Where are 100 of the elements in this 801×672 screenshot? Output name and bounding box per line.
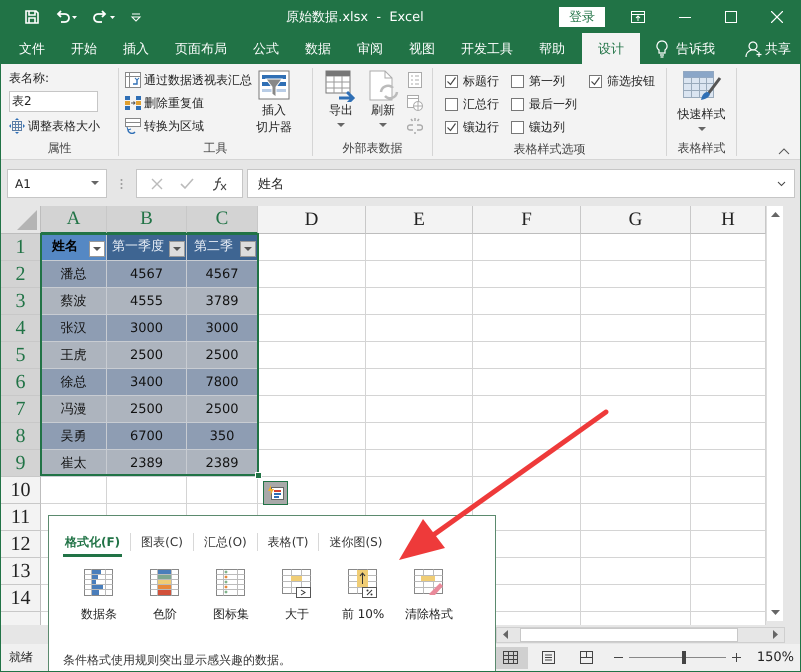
column-header[interactable]: C [187, 206, 258, 234]
table-cell[interactable]: 冯漫 [41, 396, 107, 423]
row-header[interactable]: 2 [1, 261, 41, 288]
cancel-icon[interactable] [150, 178, 163, 190]
insert-slicer-button[interactable]: 插入 切片器 [254, 68, 294, 140]
column-header[interactable]: D [258, 206, 366, 234]
ribbon-tab[interactable]: 开始 [58, 33, 110, 64]
table-header-cell[interactable]: 第一季度 [107, 234, 187, 261]
filter-button[interactable] [169, 241, 185, 257]
tool-command[interactable]: 通过数据透视表汇总 [125, 70, 252, 90]
enter-icon[interactable] [180, 178, 194, 190]
column-header[interactable]: H [691, 206, 766, 234]
checkbox[interactable] [445, 75, 458, 88]
save-icon[interactable] [24, 8, 40, 24]
drag-handle-icon[interactable] [120, 178, 123, 190]
table-cell[interactable]: 2500 [187, 396, 258, 423]
table-cell[interactable]: 2500 [187, 342, 258, 369]
tool-command[interactable]: 删除重复值 [125, 93, 252, 113]
format-option[interactable]: 图标集 [198, 569, 264, 623]
checkbox[interactable] [445, 98, 458, 111]
row-header[interactable]: 3 [1, 288, 41, 315]
table-name-field[interactable]: 表2 [9, 91, 98, 112]
format-option[interactable]: 色阶 [132, 569, 198, 623]
format-option[interactable]: 前 10% [330, 569, 396, 623]
customize-icon[interactable] [130, 10, 142, 22]
quick-styles-button[interactable]: 快速样式 [676, 68, 728, 140]
fill-handle[interactable] [255, 472, 262, 479]
formula-field[interactable]: 姓名 [247, 169, 795, 198]
table-cell[interactable]: 4555 [107, 288, 187, 315]
table-cell[interactable]: 7800 [187, 369, 258, 396]
tell-me-button[interactable]: 告诉我 [676, 40, 715, 58]
unlink-icon[interactable] [407, 118, 423, 134]
insert-function-icon[interactable] [212, 176, 228, 190]
column-header[interactable]: E [366, 206, 473, 234]
checkbox[interactable] [511, 98, 524, 111]
scroll-left-icon[interactable] [503, 630, 508, 639]
table-header-cell[interactable]: 第二季 [187, 234, 258, 261]
select-all-button[interactable] [1, 206, 41, 234]
login-button[interactable]: 登录 [559, 6, 605, 26]
panel-tab[interactable]: 迷你图(S) [327, 531, 384, 557]
zoom-in-icon[interactable] [732, 653, 741, 662]
export-button[interactable]: 导出 [323, 68, 359, 140]
column-header[interactable]: G [581, 206, 691, 234]
checkbox[interactable] [511, 75, 524, 88]
share-button[interactable]: 共享 [745, 33, 791, 64]
table-cell[interactable]: 2389 [107, 450, 187, 477]
table-cell[interactable]: 王虎 [41, 342, 107, 369]
table-cell[interactable]: 3400 [107, 369, 187, 396]
checkbox[interactable] [445, 121, 458, 134]
ribbon-tab[interactable]: 公式 [240, 33, 292, 64]
row-header[interactable]: 12 [1, 531, 41, 558]
scroll-down-icon[interactable] [770, 610, 780, 615]
table-cell[interactable]: 2500 [107, 396, 187, 423]
row-header[interactable]: 13 [1, 558, 41, 585]
row-header[interactable]: 5 [1, 342, 41, 369]
name-box[interactable]: A1 [7, 169, 107, 198]
table-cell[interactable]: 潘总 [41, 261, 107, 288]
close-icon[interactable] [771, 10, 783, 22]
checkbox[interactable] [511, 121, 524, 134]
ribbon-tab[interactable]: 审阅 [344, 33, 396, 64]
zoom-level[interactable]: 150% [756, 650, 794, 665]
ribbon-tab[interactable]: 文件 [6, 33, 58, 64]
maximize-icon[interactable] [725, 10, 737, 22]
page-break-icon[interactable] [579, 651, 594, 664]
row-header[interactable]: 11 [1, 504, 41, 531]
table-cell[interactable]: 350 [187, 423, 258, 450]
ribbon-tab[interactable]: 插入 [110, 33, 162, 64]
column-header[interactable]: B [107, 206, 187, 234]
slider-thumb[interactable] [682, 651, 686, 664]
table-cell[interactable]: 4567 [187, 261, 258, 288]
table-cell[interactable]: 张汉 [41, 315, 107, 342]
table-cell[interactable]: 3789 [187, 288, 258, 315]
table-header-cell[interactable]: 姓名 [41, 234, 107, 261]
scroll-thumb[interactable] [520, 628, 738, 642]
table-cell[interactable]: 吴勇 [41, 423, 107, 450]
table-cell[interactable]: 徐总 [41, 369, 107, 396]
filter-button[interactable] [89, 241, 105, 257]
ribbon-tab[interactable]: 数据 [292, 33, 344, 64]
format-option[interactable]: 大于 [264, 569, 330, 623]
panel-tab[interactable]: 图表(C) [139, 531, 185, 557]
filter-button[interactable] [240, 241, 256, 257]
checkbox[interactable] [589, 75, 602, 88]
scroll-up-icon[interactable] [770, 212, 780, 217]
table-cell[interactable]: 3000 [107, 315, 187, 342]
ribbon-tab[interactable]: 帮助 [526, 33, 578, 64]
refresh-button[interactable]: 刷新 [365, 68, 401, 140]
resize-table-button[interactable]: 调整表格大小 [9, 116, 110, 136]
row-header[interactable]: 7 [1, 396, 41, 423]
row-header[interactable]: 14 [1, 585, 41, 612]
format-option[interactable]: 数据条 [66, 569, 132, 623]
column-header[interactable]: F [473, 206, 581, 234]
undo-icon[interactable] [54, 8, 78, 24]
ribbon-tab[interactable]: 开发工具 [448, 33, 526, 64]
table-cell[interactable]: 3000 [187, 315, 258, 342]
format-option[interactable]: 清除格式 [396, 569, 462, 623]
panel-tab[interactable]: 表格(T) [266, 531, 310, 557]
row-header[interactable]: 8 [1, 423, 41, 450]
ribbon-display-icon[interactable] [631, 10, 645, 22]
table-cell[interactable]: 6700 [107, 423, 187, 450]
grid-view-icon[interactable] [503, 651, 518, 664]
